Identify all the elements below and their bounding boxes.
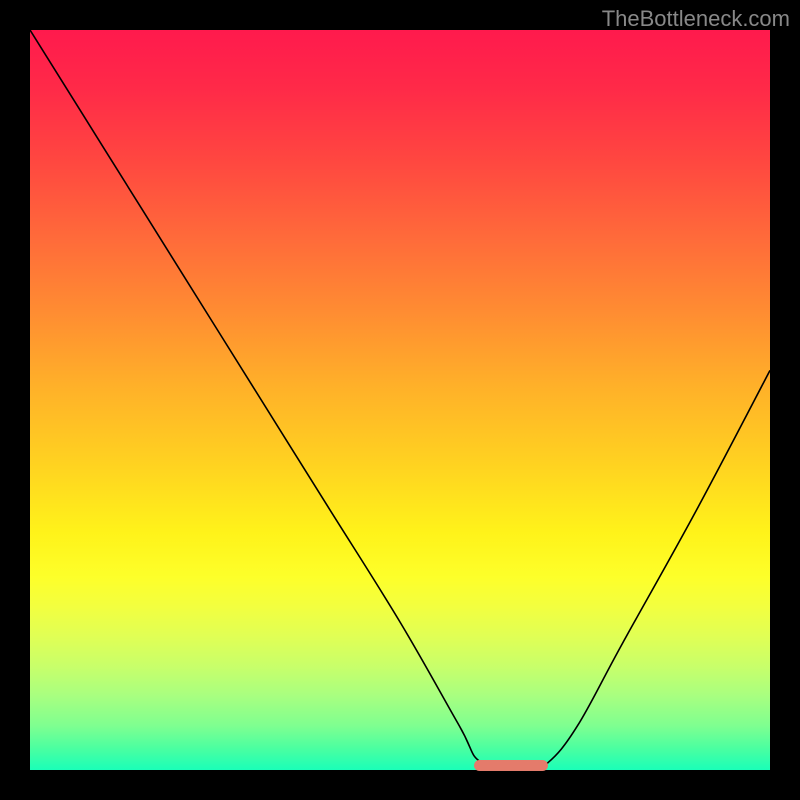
bottleneck-curve-svg xyxy=(30,30,770,770)
bottleneck-curve xyxy=(30,30,770,770)
optimal-range-marker xyxy=(474,760,548,771)
chart-plot-area xyxy=(30,30,770,770)
watermark-text: TheBottleneck.com xyxy=(602,6,790,32)
